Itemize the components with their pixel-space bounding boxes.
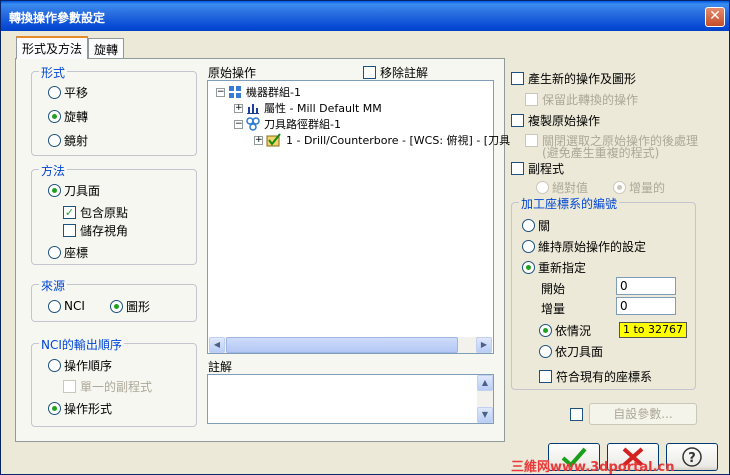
radio-by-tool-plane[interactable]: 依刀具面 (539, 343, 603, 359)
checkbox-remove-notes[interactable]: 移除註解 (363, 64, 428, 80)
collapse-icon[interactable]: − (216, 87, 225, 97)
radio-reassign[interactable]: 重新指定 (522, 259, 586, 275)
form-group-title: 形式 (39, 64, 68, 81)
dialog-title: 轉換操作參數設定 (9, 11, 106, 25)
checkbox-copy-ops[interactable]: 複製原始操作 (511, 112, 600, 128)
radio-op-order[interactable]: 操作順序 (48, 357, 112, 373)
radio-by-case[interactable]: 依情況 (539, 322, 591, 338)
notes-vertical-scrollbar[interactable]: ▲ ▼ (477, 375, 493, 423)
custom-params-button[interactable]: 自設參數... (589, 403, 697, 425)
scroll-left-icon[interactable]: ◀ (209, 337, 225, 353)
close-button[interactable]: ✕ (705, 7, 725, 27)
machine-group-icon (229, 86, 241, 98)
tab-form-method[interactable]: 形式及方法 (16, 36, 89, 59)
tree-horizontal-scrollbar[interactable]: ◀ ▶ (209, 337, 492, 353)
radio-op-form[interactable]: 操作形式 (48, 400, 112, 416)
radio-wcs-off[interactable]: 關 (522, 217, 550, 233)
range-badge: 1 to 32767 (619, 322, 688, 338)
help-icon: ? (682, 447, 702, 467)
checkbox-keep-ops[interactable]: 保留此轉換的操作 (525, 91, 638, 107)
close-icon: ✕ (709, 8, 721, 24)
checkbox-custom-params[interactable] (570, 406, 587, 422)
tree-item-machine-group[interactable]: − 機器群組-1 (216, 84, 301, 100)
svg-text:?: ? (688, 451, 696, 466)
disable-post-note: (避免產生重複的程式) (542, 146, 660, 160)
checkbox-single-subprogram[interactable]: 單一的副程式 (63, 378, 152, 394)
radio-incremental[interactable]: 增量的 (613, 179, 665, 195)
checkbox-subprogram[interactable]: 副程式 (511, 160, 564, 176)
method-group-title: 方法 (39, 162, 68, 179)
dialog-window: 轉換操作參數設定 ✕ 形式及方法 旋轉 形式 平移 旋轉 鏡射 方法 刀具面 ✓… (0, 0, 730, 475)
checkbox-include-origin[interactable]: ✓ 包含原點 (63, 204, 128, 220)
scroll-up-icon[interactable]: ▲ (477, 375, 493, 391)
radio-graphics[interactable]: 圖形 (110, 298, 150, 314)
collapse-icon[interactable]: − (234, 119, 243, 129)
radio-coords[interactable]: 座標 (48, 244, 88, 260)
scroll-down-icon[interactable]: ▼ (477, 407, 493, 423)
radio-mirror[interactable]: 鏡射 (48, 132, 88, 148)
expand-icon[interactable]: + (234, 103, 243, 113)
source-group-title: 來源 (39, 277, 68, 294)
increment-label: 增量 (541, 302, 566, 316)
radio-translate[interactable]: 平移 (48, 84, 88, 100)
radio-nci[interactable]: NCI (48, 298, 85, 314)
tree-item-properties[interactable]: + 屬性 - Mill Default MM (234, 100, 382, 116)
notes-textarea[interactable]: ▲ ▼ (207, 374, 494, 424)
radio-keep-original[interactable]: 維持原始操作的設定 (522, 238, 646, 254)
tab-rotate[interactable]: 旋轉 (88, 38, 125, 58)
checkbox-create-new-ops[interactable]: 產生新的操作及圖形 (511, 70, 636, 86)
original-ops-label: 原始操作 (208, 66, 257, 80)
original-ops-tree[interactable]: − 機器群組-1 + 屬性 - Mill Default MM − 刀具路徑群組… (207, 80, 510, 354)
increment-input[interactable]: 0 (616, 297, 676, 315)
notes-label: 註解 (208, 360, 233, 374)
radio-rotate[interactable]: 旋轉 (48, 108, 88, 124)
radio-tool-plane[interactable]: 刀具面 (48, 182, 100, 198)
start-input[interactable]: 0 (616, 277, 676, 295)
tree-item-operation[interactable]: + 1 - Drill/Counterbore - [WCS: 俯視] - [刀… (254, 132, 510, 148)
title-bar: 轉換操作參數設定 ✕ (1, 1, 729, 31)
expand-icon[interactable]: + (254, 135, 263, 145)
radio-absolute[interactable]: 絕對值 (536, 179, 588, 195)
checkbox-save-view[interactable]: 儲存視角 (63, 222, 128, 238)
wcs-group-title: 加工座標系的編號 (519, 195, 620, 212)
nci-order-group-title: NCI的輸出順序 (39, 336, 124, 353)
watermark: 三維网www.3dportal.cn (511, 460, 675, 475)
tree-item-toolpath-group[interactable]: − 刀具路徑群組-1 (234, 116, 341, 132)
scroll-thumb[interactable] (226, 337, 458, 353)
scroll-right-icon[interactable]: ▶ (476, 337, 492, 353)
start-label: 開始 (541, 282, 566, 296)
toolpath-group-icon (246, 117, 260, 131)
operation-icon (266, 133, 281, 147)
properties-icon (247, 104, 259, 114)
checkbox-match-existing[interactable]: 符合現有的座標系 (539, 368, 652, 384)
